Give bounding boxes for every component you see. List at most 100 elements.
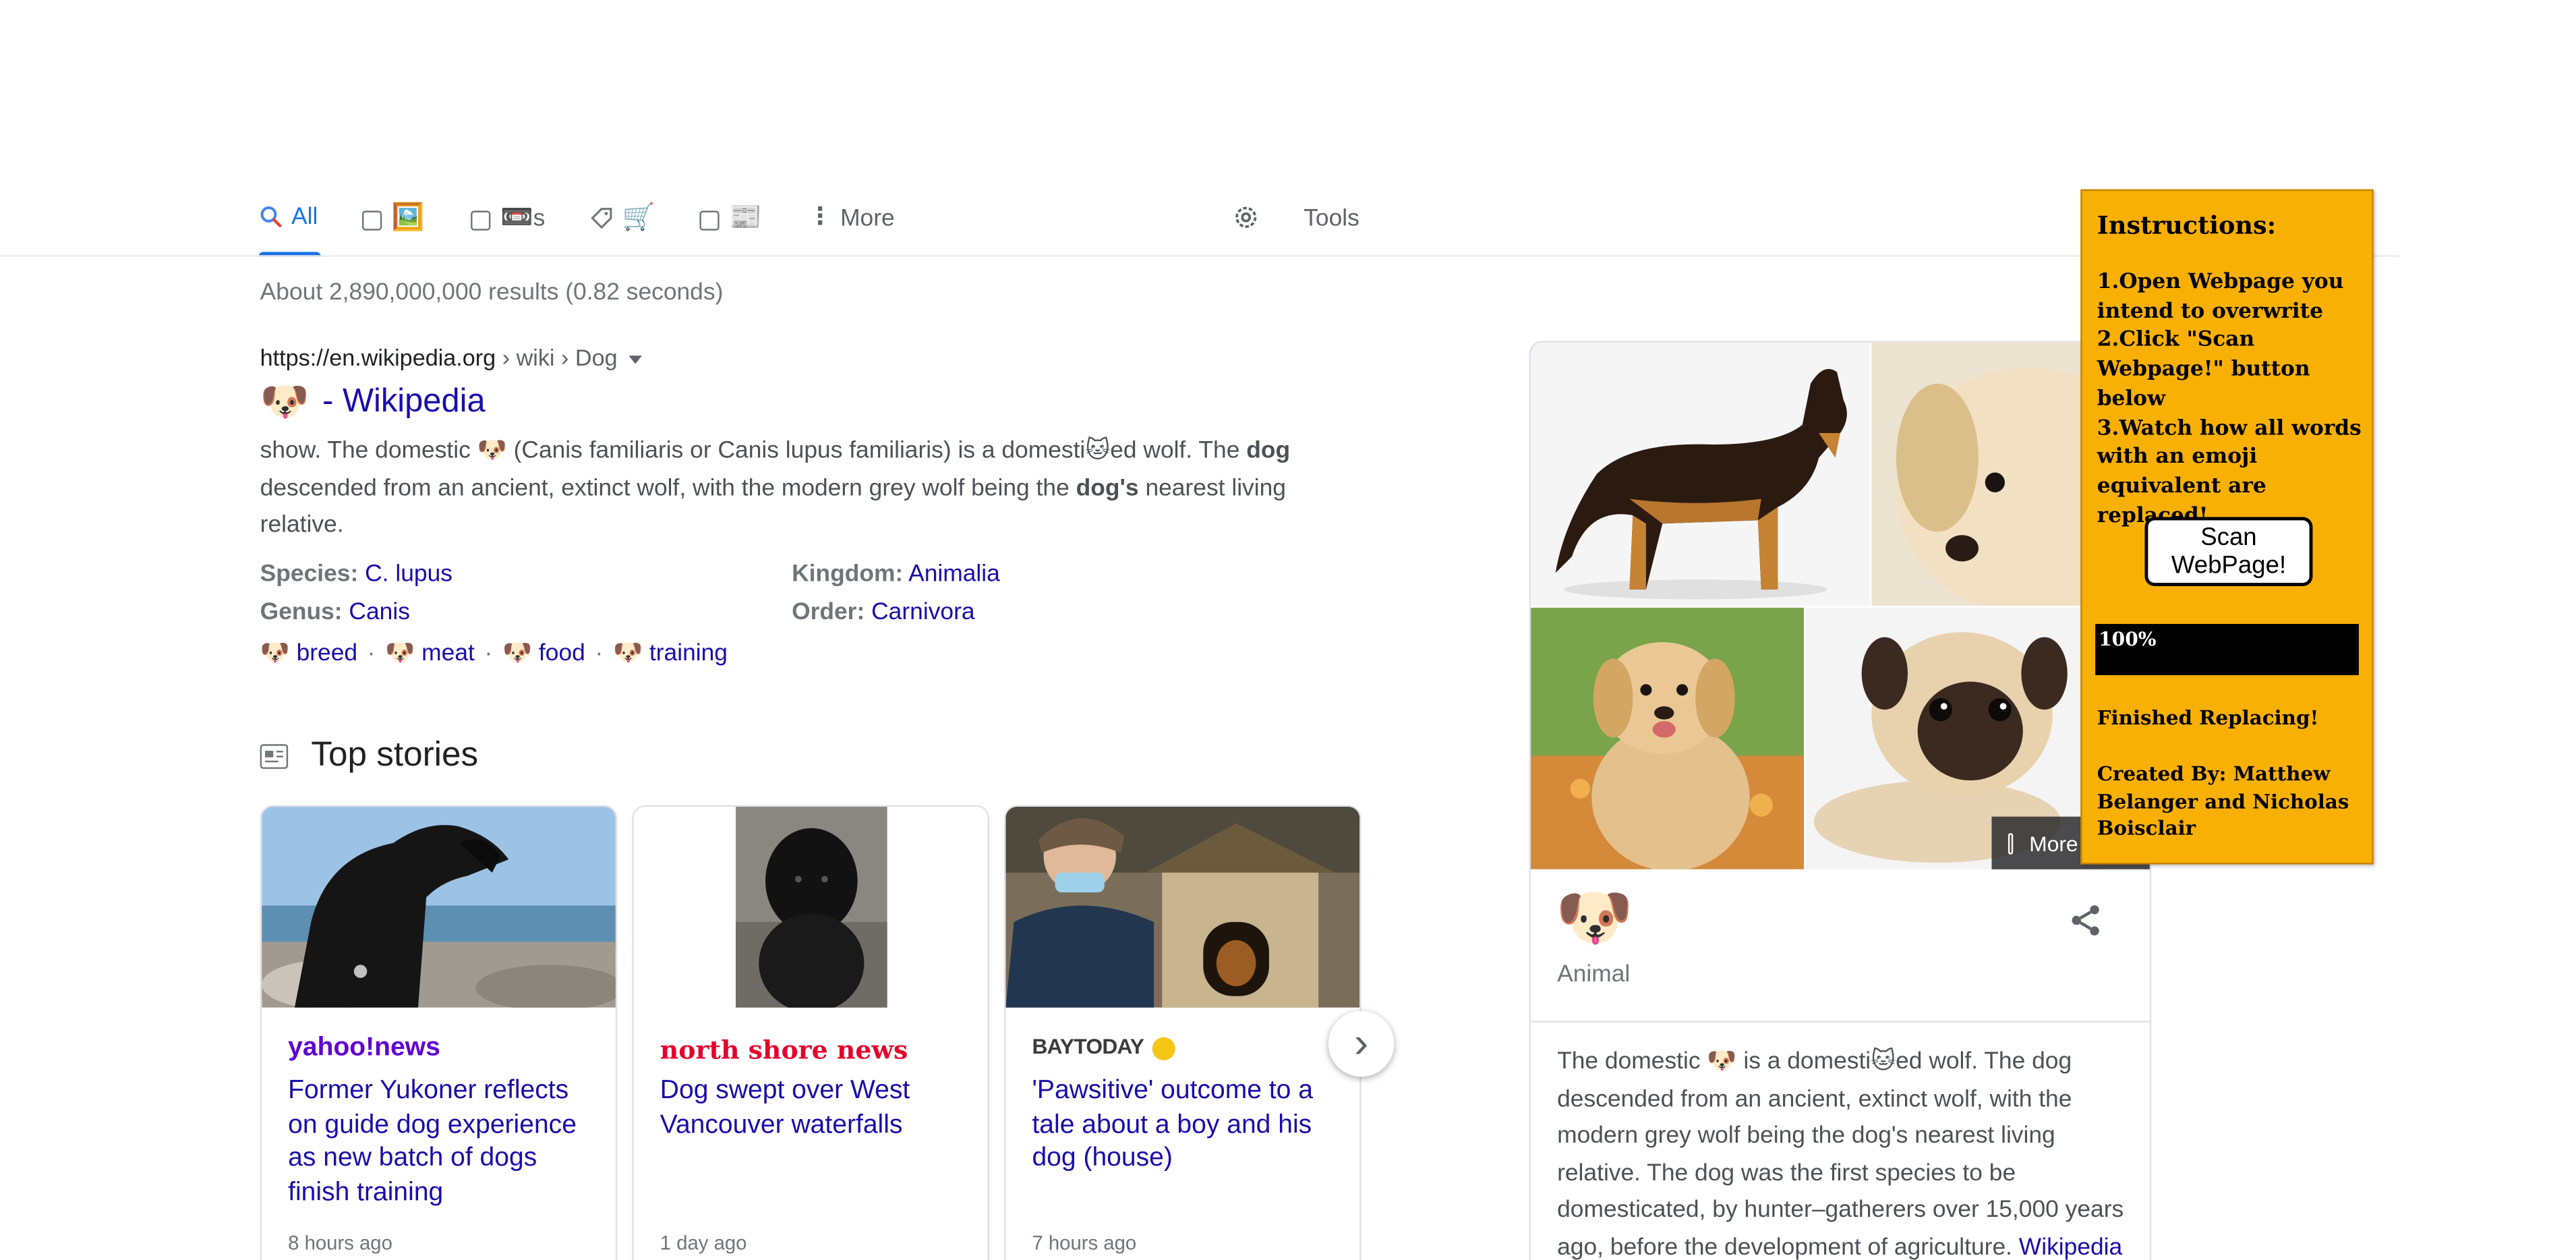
story-thumbnail	[1005, 807, 1360, 1008]
instructions-steps: 1.Open Webpage you intend to overwrite 2…	[2097, 268, 2367, 531]
story-source-logo: north shore news	[660, 1033, 908, 1066]
play-icon	[471, 210, 491, 231]
snippet-text: (Canis familiaris or Canis lupus familia…	[506, 438, 1086, 465]
sublink-label: breed	[296, 640, 358, 667]
progress-bar: 100%	[2095, 624, 2359, 675]
gear-icon	[1231, 202, 1261, 239]
next-stories-button[interactable]: ›	[1328, 1010, 1395, 1077]
tab-all-label: All	[291, 204, 318, 231]
separator: ·	[367, 639, 376, 666]
dog-image[interactable]	[1531, 342, 1870, 606]
wikipedia-link[interactable]: Wikipedia	[2019, 1235, 2122, 1260]
tabs-divider	[0, 255, 2400, 257]
tag-icon	[589, 206, 614, 237]
tab-all[interactable]: All	[258, 194, 321, 257]
story-source-logo: yahoo!news	[288, 1033, 440, 1062]
dog-face-emoji-icon: 🐶	[260, 640, 290, 667]
fact-value-link[interactable]: Carnivora	[871, 598, 974, 625]
search-icon	[258, 204, 283, 235]
top-stories-header: Top stories	[260, 736, 479, 776]
story-source-logo: BAYTODAY	[1032, 1034, 1175, 1060]
framed-picture-emoji-icon: 🖼️	[391, 204, 425, 233]
sublink-food[interactable]: 🐶 food	[502, 639, 585, 667]
snippet-text: descended from an ancient, extinct wolf,…	[260, 475, 1076, 502]
story-thumbnail	[262, 807, 616, 1008]
fact-genus: Genus: Canis	[260, 594, 410, 631]
fact-kingdom: Kingdom: Animalia	[792, 556, 1000, 594]
story-thumbnail	[633, 807, 988, 1008]
separator: ·	[595, 639, 604, 666]
image-icon	[2008, 832, 2013, 854]
videocassette-emoji-icon: 📼	[500, 204, 533, 233]
status-text: Finished Replacing!	[2097, 706, 2319, 730]
sublink-label: meat	[421, 640, 475, 667]
settings-button[interactable]	[1231, 194, 1261, 257]
fact-key: Kingdom:	[792, 561, 904, 588]
page: All 🖼️ 📼 s 🛒 📰 ⋮ More Tools About 2,890,…	[0, 0, 2576, 1260]
search-tabs: All 🖼️ 📼 s 🛒 📰 ⋮ More Tools	[258, 194, 2398, 257]
sublink-breed[interactable]: 🐶 breed	[260, 639, 358, 667]
fact-value-link[interactable]: C. lupus	[365, 561, 452, 588]
tab-tools-label: Tools	[1304, 206, 1359, 233]
sublink-meat[interactable]: 🐶 meat	[385, 639, 475, 667]
credit-text: Created By: Matthew Belanger and Nichola…	[2097, 762, 2349, 840]
story-card[interactable]: BAYTODAY 'Pawsitive' outcome to a tale a…	[1003, 805, 1362, 1260]
more-vert-icon: ⋮	[808, 204, 832, 231]
fact-value-link[interactable]: Animalia	[908, 561, 1000, 588]
tab-tools[interactable]: Tools	[1304, 194, 1359, 257]
story-headline[interactable]: Former Yukoner reflects on guide dog exp…	[288, 1075, 601, 1210]
sublink-training[interactable]: 🐶 training	[612, 639, 728, 667]
sublink-label: training	[649, 640, 728, 667]
story-card[interactable]: yahoo!news Former Yukoner reflects on gu…	[260, 805, 618, 1260]
story-time: 8 hours ago	[288, 1231, 392, 1255]
fact-value-link[interactable]: Canis	[349, 598, 410, 625]
story-headline[interactable]: 'Pawsitive' outcome to a tale about a bo…	[1032, 1075, 1345, 1176]
tab-videos[interactable]: 📼 s	[471, 194, 545, 257]
dog-face-emoji-icon: 🐶	[612, 640, 643, 667]
cat-face-emoji-icon: 🐱	[1085, 438, 1111, 465]
dog-face-emoji-icon: 🐶	[477, 438, 507, 465]
tab-images[interactable]: 🖼️	[361, 194, 425, 257]
snippet-bold: dog	[1246, 438, 1291, 465]
news-icon	[699, 210, 720, 231]
result-snippet: show. The domestic 🐶 (Canis familiaris o…	[260, 433, 1314, 544]
scan-webpage-button[interactable]: Scan WebPage!	[2144, 517, 2313, 586]
result-title-link[interactable]: 🐶 - Wikipedia	[260, 382, 486, 422]
tab-shopping[interactable]: 🛒	[589, 194, 655, 257]
newspaper-emoji-icon: 📰	[729, 204, 762, 233]
dropdown-arrow-icon[interactable]	[628, 355, 642, 364]
result-stats: About 2,890,000,000 results (0.82 second…	[260, 279, 724, 307]
separator: ·	[484, 639, 493, 666]
tab-more-label: More	[840, 206, 895, 233]
chevron-right-icon: ›	[1354, 1016, 1369, 1066]
share-icon[interactable]	[2068, 903, 2104, 939]
story-time: 1 day ago	[660, 1231, 747, 1255]
result-title-text: - Wikipedia	[322, 383, 486, 420]
kp-desc-text: The domestic	[1557, 1048, 1707, 1075]
story-card[interactable]: north shore news Dog swept over West Van…	[632, 805, 989, 1260]
story-headline[interactable]: Dog swept over West Vancouver waterfalls	[660, 1075, 973, 1143]
news-icon	[260, 743, 289, 768]
dog-face-emoji-icon: 🐶	[385, 640, 415, 667]
image-icon	[361, 210, 382, 231]
snippet-bold: dog's	[1076, 475, 1139, 502]
fact-key: Species:	[260, 561, 359, 588]
top-stories-title: Top stories	[311, 736, 479, 774]
dog-face-emoji-icon: 🐶	[502, 640, 533, 667]
fact-species: Species: C. lupus	[260, 556, 452, 594]
tab-more[interactable]: ⋮ More	[808, 194, 894, 257]
instruction-step: 2.Click "Scan Webpage!" button below	[2097, 328, 2310, 411]
snippet-text: ed wolf. The	[1110, 438, 1247, 465]
result-sublinks: 🐶 breed · 🐶 meat · 🐶 food · 🐶 training	[260, 639, 728, 666]
dog-image[interactable]	[1531, 607, 1805, 869]
kp-divider	[1531, 1021, 2150, 1023]
kp-description: The domestic 🐶 is a domesti🐱ed wolf. The…	[1557, 1044, 2133, 1260]
result-url[interactable]: https://en.wikipedia.org › wiki › Dog	[260, 344, 642, 370]
extension-popup: Instructions: 1.Open Webpage you intend …	[2080, 189, 2374, 865]
kp-desc-text: ed wolf. The dog descended from an ancie…	[1557, 1048, 2124, 1260]
knowledge-panel: More images 🐶 Animal The domestic 🐶 is a…	[1529, 341, 2152, 1260]
tab-news[interactable]: 📰	[699, 194, 762, 257]
story-time: 7 hours ago	[1032, 1231, 1137, 1255]
instructions-heading: Instructions:	[2097, 210, 2277, 241]
instruction-step: 1.Open Webpage you intend to overwrite	[2097, 270, 2344, 324]
